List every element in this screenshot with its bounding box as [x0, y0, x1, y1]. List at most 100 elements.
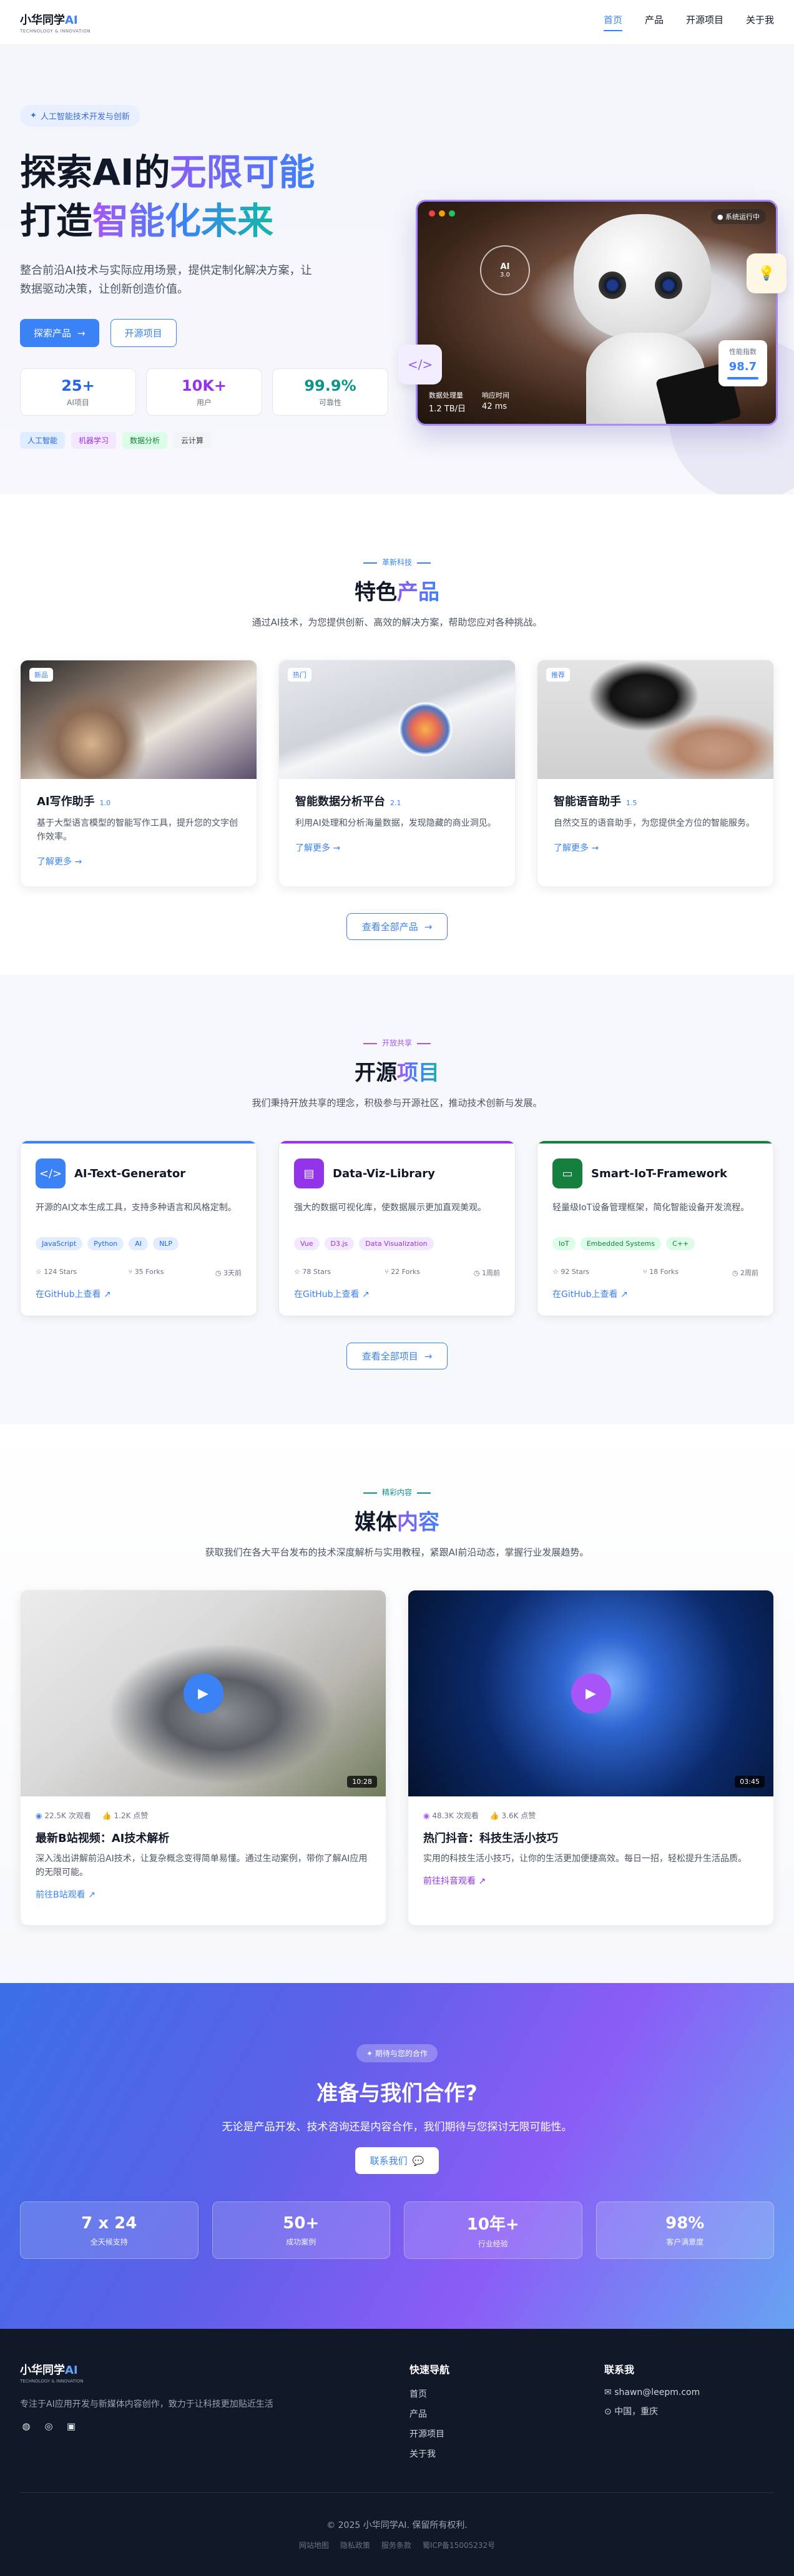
score-bar: [727, 377, 758, 380]
robot-eye: [599, 272, 626, 299]
stars-label: 78 Stars: [302, 1268, 331, 1276]
play-icon[interactable]: ▶: [183, 1673, 223, 1713]
product-name: 智能语音助手 1.5: [554, 793, 757, 809]
instagram-icon[interactable]: ◎: [42, 2420, 55, 2432]
opensource-projects-button[interactable]: 开源项目: [110, 319, 177, 347]
sitemap-link[interactable]: 网站地图: [299, 2540, 329, 2550]
cta-stat-label: 全天候支持: [90, 2237, 128, 2246]
view-count: ◉ 48.3K 次观看: [423, 1810, 479, 1821]
code-icon: </>: [36, 1158, 66, 1188]
hero-stats: 25+ AI项目 10K+ 用户 99.9% 可靠性: [20, 368, 395, 416]
ai-badge-label: AI: [500, 262, 510, 272]
media-section: 精彩内容 媒体内容 获取我们在各大平台发布的技术深度解析与实用教程，紧跟AI前沿…: [0, 1424, 794, 1983]
repo-tag: D3.js: [324, 1237, 355, 1250]
stat-card: 25+ AI项目: [20, 368, 136, 416]
play-icon[interactable]: ▶: [571, 1673, 611, 1713]
footer-description: 专注于AI应用开发与新媒体内容创作，致力于让科技更加贴近生活: [20, 2399, 273, 2409]
contact-us-button[interactable]: 联系我们 💬: [355, 2147, 439, 2174]
footer-divider: [20, 2492, 774, 2493]
footer-nav-title: 快速导航: [409, 2364, 450, 2376]
arrow-right-icon: →: [77, 327, 86, 339]
watch-link[interactable]: 前往B站观看 ↗: [36, 1888, 371, 1901]
nav-products[interactable]: 产品: [645, 13, 664, 31]
robot-eye: [655, 272, 682, 299]
chat-icon: 💬: [412, 2155, 424, 2167]
repo-stars: ☆ 124 Stars: [36, 1268, 77, 1278]
view-all-products-button[interactable]: 查看全部产品 →: [346, 913, 448, 940]
thumbs-up-icon: 👍: [489, 1811, 499, 1820]
cta-stat-card: 50+ 成功案例: [212, 2201, 390, 2259]
product-version: 1.0: [99, 799, 111, 807]
github-link[interactable]: 在GitHub上查看 ↗: [294, 1288, 500, 1300]
learn-more-link[interactable]: 了解更多 →: [295, 841, 499, 854]
product-card[interactable]: 推荐 智能语音助手 1.5 自然交互的语音助手，为您提供全方位的智能服务。 了解更…: [537, 660, 774, 887]
video-card[interactable]: ▶ 10:28 ◉ 22.5K 次观看 👍 1.2K 点赞 最新B站视频：AI技…: [20, 1590, 386, 1926]
link-label: 在GitHub上查看: [552, 1290, 618, 1300]
nav-about[interactable]: 关于我: [746, 13, 774, 31]
repo-name: Data-Viz-Library: [333, 1167, 435, 1180]
repo-card[interactable]: </> AI-Text-Generator 开源的AI文本生成工具，支持多种语言…: [20, 1140, 257, 1316]
bilibili-icon[interactable]: ▣: [65, 2420, 77, 2432]
view-count: ◉ 22.5K 次观看: [36, 1810, 91, 1821]
footer-logo[interactable]: 小华同学AI: [20, 2361, 370, 2378]
button-label: 开源项目: [124, 328, 162, 339]
footer-nav-home[interactable]: 首页: [409, 2387, 449, 2400]
repo-name: Smart-IoT-Framework: [591, 1167, 727, 1180]
external-link-icon: ↗: [88, 1890, 96, 1900]
footer-nav-about[interactable]: 关于我: [409, 2447, 449, 2460]
product-description: 利用AI处理和分析海量数据，发现隐藏的商业洞见。: [295, 818, 496, 828]
hero-description: 整合前沿AI技术与实际应用场景，提供定制化解决方案，让数据驱动决策，让创新创造价…: [20, 264, 312, 296]
github-link[interactable]: 在GitHub上查看 ↗: [552, 1288, 758, 1300]
github-icon[interactable]: ◍: [20, 2420, 32, 2432]
stat-value: 25+: [61, 376, 95, 394]
hero-pill: ✦ 人工智能技术开发与创新: [20, 105, 140, 127]
repo-stars: ☆ 78 Stars: [294, 1268, 331, 1278]
learn-more-link[interactable]: 了解更多 →: [554, 841, 757, 854]
repo-forks: ⑂ 35 Forks: [129, 1268, 164, 1278]
hero-robot-image: ● 系统运行中 AI 3.0 数据处理量 1.2 TB/日 响应时间 42 ms 性…: [416, 200, 778, 426]
lightbulb-icon: 💡: [747, 253, 787, 293]
nav-opensource[interactable]: 开源项目: [686, 13, 723, 31]
link-label: 了解更多: [37, 857, 72, 867]
repo-card[interactable]: ▤ Data-Viz-Library 强大的数据可视化库，使数据展示更加直观美观…: [278, 1140, 516, 1316]
product-name-text: 智能语音助手: [554, 795, 621, 808]
arrow-right-icon: →: [424, 1350, 433, 1362]
likes-label: 1.2K 点赞: [114, 1811, 149, 1820]
video-card[interactable]: ▶ 03:45 ◉ 48.3K 次观看 👍 3.6K 点赞 热门抖音：科技生活小…: [408, 1590, 774, 1926]
section-subtitle: 获取我们在各大平台发布的技术深度解析与实用教程，紧跟AI前沿动态，掌握行业发展趋…: [205, 1547, 589, 1558]
product-card[interactable]: 新品 AI写作助手 1.0 基于大型语言模型的智能写作工具，提升您的文字创作效率。…: [20, 660, 257, 887]
watch-link[interactable]: 前往抖音观看 ↗: [423, 1874, 758, 1887]
product-image: 新品: [21, 660, 257, 779]
view-all-projects-button[interactable]: 查看全部项目 →: [346, 1343, 448, 1369]
title-part: 开源: [355, 1060, 397, 1085]
updated-label: 1周前: [482, 1269, 500, 1277]
repo-tag: JavaScript: [36, 1237, 83, 1250]
footer-nav-products[interactable]: 产品: [409, 2407, 449, 2420]
terms-link[interactable]: 服务条款: [381, 2540, 411, 2550]
stat-label: AI项目: [67, 398, 89, 407]
repo-accent-bar: [537, 1141, 773, 1144]
icp-link[interactable]: 蜀ICP备15005232号: [423, 2540, 495, 2550]
explore-products-button[interactable]: 探索产品 →: [20, 319, 99, 347]
score-label: 性能指数: [729, 348, 757, 356]
link-label: 前往B站观看: [36, 1890, 86, 1900]
product-card[interactable]: 热门 智能数据分析平台 2.1 利用AI处理和分析海量数据，发现隐藏的商业洞见。 …: [278, 660, 516, 887]
logo-subtitle: TECHNOLOGY & INNOVATION: [20, 28, 91, 34]
product-description: 自然交互的语音助手，为您提供全方位的智能服务。: [554, 818, 755, 828]
nav-home[interactable]: 首页: [603, 13, 622, 31]
social-links: ◍ ◎ ▣: [20, 2420, 370, 2432]
privacy-link[interactable]: 隐私政策: [340, 2540, 370, 2550]
metric-label: 数据处理量: [429, 391, 463, 399]
stat-label: 可靠性: [318, 398, 341, 407]
repo-forks: ⑂ 18 Forks: [643, 1268, 679, 1278]
footer-contact: 联系我 ✉ shawn@leepm.com ⊙ 中国，重庆: [604, 2361, 700, 2425]
footer-nav-opensource[interactable]: 开源项目: [409, 2427, 449, 2440]
stat-label: 用户: [196, 398, 212, 407]
footer-email[interactable]: ✉ shawn@leepm.com: [604, 2387, 700, 2397]
logo[interactable]: 小华同学AI TECHNOLOGY & INNOVATION: [20, 11, 91, 34]
learn-more-link[interactable]: 了解更多 →: [37, 855, 240, 868]
repo-card[interactable]: ▭ Smart-IoT-Framework 轻量级IoT设备管理框架，简化智能设…: [537, 1140, 774, 1316]
github-link[interactable]: 在GitHub上查看 ↗: [36, 1288, 242, 1300]
video-description: 深入浅出讲解前沿AI技术，让复杂概念变得简单易懂。通过生动案例，带你了解AI应用…: [36, 1854, 368, 1878]
email-label: shawn@leepm.com: [614, 2387, 700, 2397]
